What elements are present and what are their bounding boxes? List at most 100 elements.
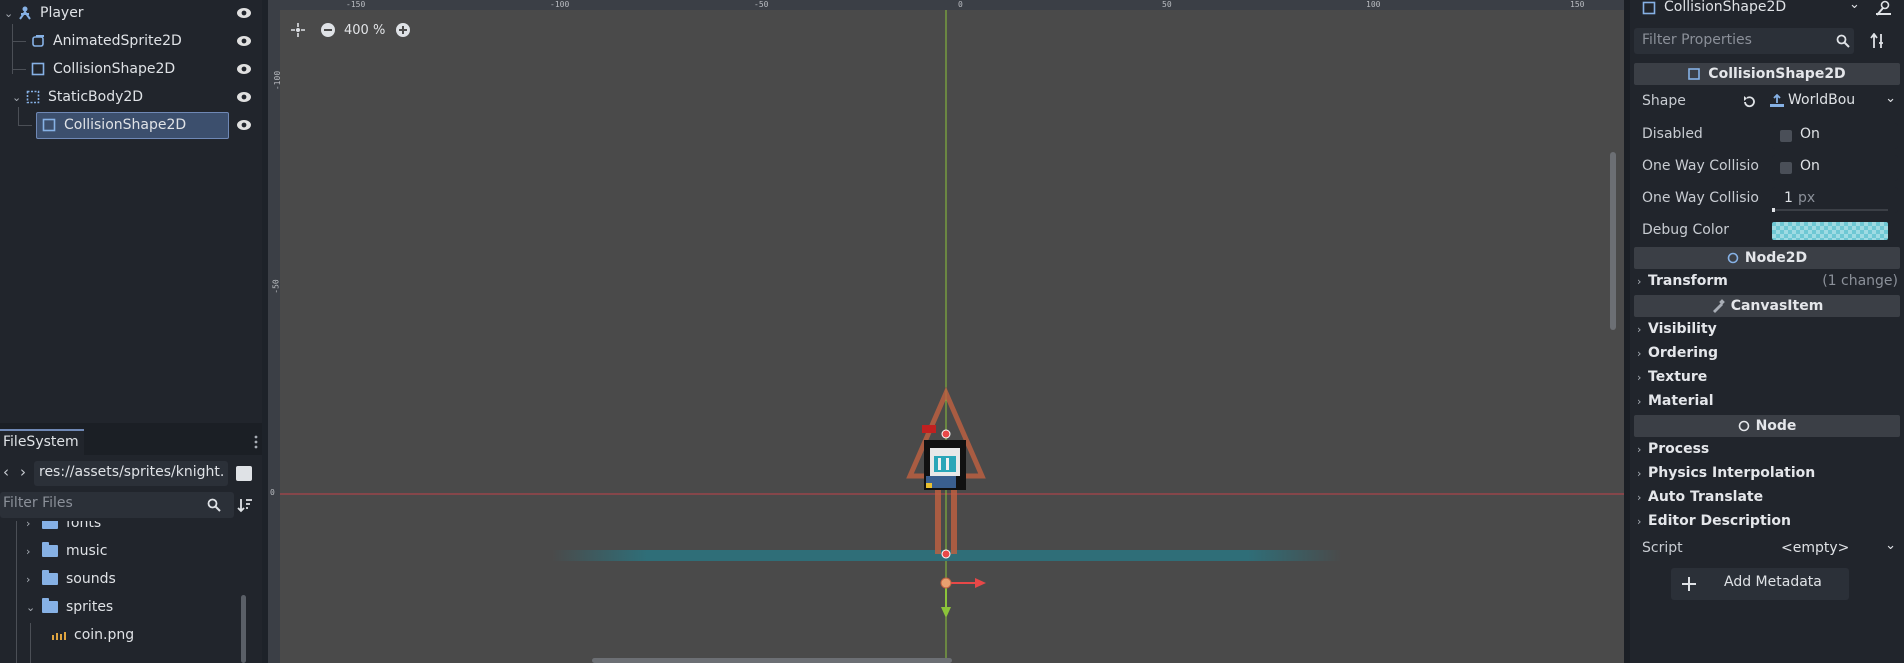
viewport-horizontal-scrollbar[interactable] [592,658,952,663]
disabled-checkbox[interactable] [1780,130,1792,142]
chevron-down-icon[interactable]: ⌄ [1885,91,1896,106]
margin-unit: px [1798,190,1816,206]
chevron-right-icon[interactable]: › [26,545,36,558]
tree-item-collisionshape2d[interactable]: CollisionShape2D [0,56,262,82]
chevron-down-icon[interactable]: ⌄ [1885,538,1896,553]
property-tools-icon[interactable] [1870,33,1886,49]
sort-icon[interactable] [237,497,253,513]
chevron-right-icon[interactable]: › [26,521,36,530]
one-way-checkbox[interactable] [1780,162,1792,174]
tab-filesystem[interactable]: FileSystem [0,429,84,455]
transform-gizmo [940,577,986,618]
list-item[interactable]: › sounds [0,567,250,591]
chevron-right-icon: › [1637,274,1642,288]
chevron-down-icon[interactable]: ⌄ [12,91,22,104]
viewport-vertical-scrollbar[interactable] [1610,152,1616,330]
zoom-level[interactable]: 400 % [344,23,385,38]
property-one-way-collision: One Way Collisio On [1634,152,1900,182]
filesystem-panel: FileSystem ‹ › res://assets/sprites/knig… [0,429,262,663]
file-label: coin.png [74,627,135,643]
chevron-down-icon[interactable]: ⌄ [1849,0,1860,12]
forward-arrow-icon[interactable]: › [20,463,26,481]
visibility-eye-icon[interactable] [236,62,252,76]
image-file-icon [52,632,66,640]
disabled-checkbox-field[interactable]: On [1772,123,1898,149]
category-label: Transform [1648,273,1728,289]
category-process[interactable]: › Process [1634,438,1900,460]
chevron-down-icon[interactable]: ⌄ [4,7,14,20]
section-title: Node [1755,418,1797,434]
scene-tree-panel: ⌄ Player AnimatedSprite2D CollisionShape… [0,0,262,423]
chevron-right-icon[interactable]: › [26,573,36,586]
chevron-down-icon[interactable]: ⌄ [26,601,36,614]
list-item[interactable]: › fonts [0,521,250,535]
category-label: Physics Interpolation [1648,465,1816,481]
section-title: CollisionShape2D [1708,66,1846,82]
back-arrow-icon[interactable]: ‹ [3,463,9,481]
section-collisionshape2d: CollisionShape2D [1634,63,1900,85]
category-label: Auto Translate [1648,489,1764,505]
revert-icon[interactable] [1742,95,1756,109]
margin-slider-grabber[interactable] [1772,208,1775,212]
inspector-splitter[interactable] [1624,0,1630,663]
property-disabled: Disabled On [1634,120,1900,150]
filter-properties-input[interactable]: Filter Properties [1634,28,1854,54]
more-options-icon[interactable] [254,435,258,449]
visibility-eye-icon[interactable] [236,118,252,132]
list-item[interactable]: › music [0,539,250,563]
list-item[interactable]: coin.png [0,623,250,647]
checkbox-label: On [1800,158,1820,174]
section-title: CanvasItem [1730,298,1824,314]
canvas-item-icon [1712,299,1725,313]
category-visibility[interactable]: › Visibility [1634,318,1900,340]
split-mode-icon[interactable] [236,466,252,481]
zoom-toolbar: 400 % [290,20,411,40]
category-ordering[interactable]: › Ordering [1634,342,1900,364]
tree-item-collisionshape2d-selected[interactable]: CollisionShape2D [0,112,262,138]
chevron-right-icon: › [1637,490,1642,504]
property-debug-color: Debug Color [1634,216,1900,246]
list-item[interactable]: ⌄ sprites [0,595,250,619]
margin-slider-track[interactable] [1772,209,1888,211]
path-field[interactable]: res://assets/sprites/knight. [34,461,228,486]
shape-resource-field[interactable]: WorldBou [1768,90,1876,114]
margin-value: 1 [1784,190,1793,206]
one-way-checkbox-field[interactable]: On [1772,155,1898,181]
left-dock: ⌄ Player AnimatedSprite2D CollisionShape… [0,0,262,663]
category-physics-interpolation[interactable]: › Physics Interpolation [1634,462,1900,484]
visibility-eye-icon[interactable] [236,90,252,104]
folder-icon [42,542,58,557]
visibility-eye-icon[interactable] [236,6,252,20]
category-label: Material [1648,393,1714,409]
tree-item-player[interactable]: ⌄ Player [0,0,262,26]
file-tree: › fonts › music › sounds ⌄ sprites coin.… [0,521,250,663]
category-material[interactable]: › Material [1634,390,1900,412]
zoom-out-icon[interactable] [320,22,336,38]
file-tree-scrollbar[interactable] [241,595,246,663]
canvas-drawing [280,10,1624,663]
script-value[interactable]: <empty> [1781,540,1849,556]
category-editor-description[interactable]: › Editor Description [1634,510,1900,532]
zoom-in-icon[interactable] [395,22,411,38]
file-label: fonts [66,521,102,531]
category-texture[interactable]: › Texture [1634,366,1900,388]
filesystem-filterbar: Filter Files [0,492,262,518]
tree-item-animatedsprite2d[interactable]: AnimatedSprite2D [0,28,262,54]
node-settings-icon[interactable] [1875,0,1891,16]
center-view-icon[interactable] [290,22,306,38]
property-label: One Way Collisio [1642,158,1759,174]
section-node: Node [1634,415,1900,437]
2d-viewport[interactable]: -150 -100 -50 0 50 100 150 -100 -50 0 40… [262,0,1624,663]
add-metadata-button[interactable]: Add Metadata [1671,568,1849,600]
category-auto-translate[interactable]: › Auto Translate [1634,486,1900,508]
category-transform[interactable]: › Transform (1 change) [1634,270,1900,292]
search-icon [207,498,221,512]
margin-spinbox[interactable]: 1 px [1772,187,1898,213]
tree-item-staticbody2d[interactable]: ⌄ StaticBody2D [0,84,262,110]
debug-color-swatch[interactable] [1772,222,1888,240]
tree-item-label: StaticBody2D [48,89,144,105]
property-shape: Shape WorldBou ⌄ [1634,87,1900,117]
folder-icon [42,570,58,585]
filter-files-input[interactable]: Filter Files [0,492,234,518]
visibility-eye-icon[interactable] [236,34,252,48]
